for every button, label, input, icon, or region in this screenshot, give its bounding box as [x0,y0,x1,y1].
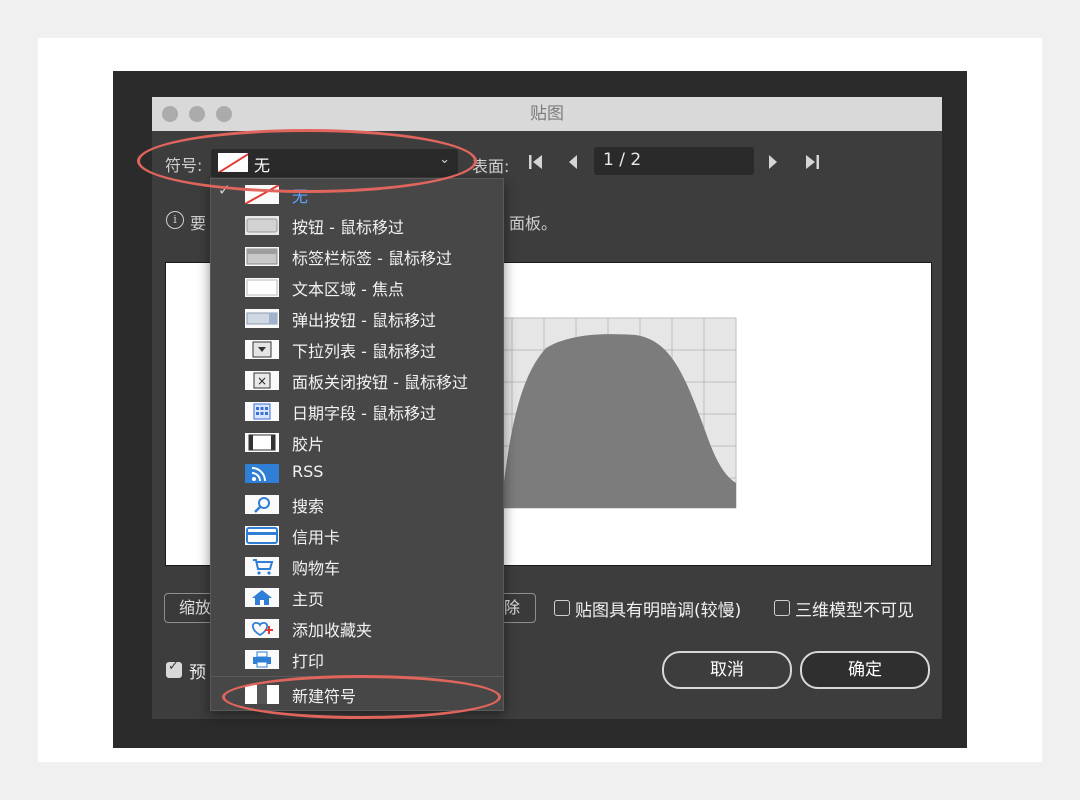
symbol-label: 符号: [165,156,203,175]
calendar-icon [245,402,279,421]
close-panel-icon: × [245,371,279,390]
previous-surface-icon[interactable] [566,154,580,174]
menu-item-label: 信用卡 [292,528,341,547]
surface-page-value: 1 / 2 [603,150,642,170]
rss-icon [245,464,279,483]
menu-item-none[interactable]: ✓ 无 [211,179,503,210]
favorite-add-icon [245,619,279,638]
cart-icon [245,557,279,576]
info-text-start: 要 [190,214,207,233]
checkmark-icon: ✓ [218,181,231,199]
menu-item-rss[interactable]: RSS [211,458,503,489]
home-icon [245,588,279,607]
menu-item-label: 下拉列表 - 鼠标移过 [292,342,436,361]
menu-item-credit-card[interactable]: 信用卡 [211,520,503,551]
svg-text:×: × [257,374,267,388]
title-bar: 贴图 [152,97,942,131]
menu-item-label: 弹出按钮 - 鼠标移过 [292,311,436,330]
ok-button[interactable]: 确定 [800,651,930,689]
film-icon [245,433,279,452]
menu-item-search[interactable]: 搜索 [211,489,503,520]
menu-item-print[interactable]: 打印 [211,644,503,675]
menu-item-shopping-cart[interactable]: 购物车 [211,551,503,582]
invisible-geometry-checkbox[interactable] [774,600,790,616]
search-icon [245,495,279,514]
menu-item-tab-rollover[interactable]: 标签栏标签 - 鼠标移过 [211,241,503,272]
text-area-icon [245,278,279,297]
window-title: 贴图 [530,104,564,124]
menu-item-label: 面板关闭按钮 - 鼠标移过 [292,373,468,392]
menu-item-label: 购物车 [292,559,341,578]
menu-item-popup-button-rollover[interactable]: 弹出按钮 - 鼠标移过 [211,303,503,334]
menu-item-label: 打印 [292,652,325,671]
menu-item-label: 无 [292,187,309,206]
new-symbol-icon [245,685,279,704]
first-surface-icon[interactable] [527,154,545,174]
menu-item-label: 文本区域 - 焦点 [292,280,404,299]
printer-icon [245,650,279,669]
menu-item-label: 主页 [292,590,325,609]
symbol-dropdown-value: 无 [254,156,271,175]
menu-item-label: 搜索 [292,497,325,516]
menu-item-label: 新建符号 [292,687,357,706]
symbol-dropdown[interactable]: 无 ⌄ [211,149,458,177]
none-swatch-icon [218,153,248,172]
menu-item-button-rollover[interactable]: 按钮 - 鼠标移过 [211,210,503,241]
menu-item-add-favorite[interactable]: 添加收藏夹 [211,613,503,644]
credit-card-icon [245,526,279,545]
info-text-end: 面板。 [509,214,558,233]
menu-item-label: 日期字段 - 鼠标移过 [292,404,436,423]
preview-checkbox[interactable] [166,659,182,678]
menu-item-label: RSS [292,462,324,481]
shade-artwork-label: 贴图具有明暗调(较慢) [575,601,742,621]
menu-item-film[interactable]: 胶片 [211,427,503,458]
tab-icon [245,247,279,266]
symbol-dropdown-menu: ✓ 无 按钮 - 鼠标移过 标签栏标签 - 鼠标移过 文本区域 - 焦点 弹出按… [210,178,504,711]
menu-item-home[interactable]: 主页 [211,582,503,613]
last-surface-icon[interactable] [803,154,821,174]
menu-item-label: 标签栏标签 - 鼠标移过 [292,249,452,268]
none-swatch-icon [245,185,279,204]
next-surface-icon[interactable] [766,154,780,174]
menu-item-label: 胶片 [292,435,325,454]
chevron-down-icon: ⌄ [439,152,450,167]
surface-page-field[interactable]: 1 / 2 [594,147,754,175]
button-icon [245,216,279,235]
menu-separator [211,676,503,677]
surface-label: 表面: [472,157,510,176]
dropdown-icon [245,340,279,359]
shade-artwork-checkbox[interactable] [554,600,570,616]
menu-item-date-field-rollover[interactable]: 日期字段 - 鼠标移过 [211,396,503,427]
menu-item-panel-close-rollover[interactable]: × 面板关闭按钮 - 鼠标移过 [211,365,503,396]
cancel-button[interactable]: 取消 [662,651,792,689]
preview-label: 预 [189,663,206,683]
menu-item-text-area-focus[interactable]: 文本区域 - 焦点 [211,272,503,303]
menu-item-new-symbol[interactable]: 新建符号 [211,679,503,710]
menu-item-dropdown-rollover[interactable]: 下拉列表 - 鼠标移过 [211,334,503,365]
popup-button-icon [245,309,279,328]
info-icon: i [166,211,184,229]
menu-item-label: 添加收藏夹 [292,621,373,640]
invisible-geometry-label: 三维模型不可见 [795,601,914,621]
menu-item-label: 按钮 - 鼠标移过 [292,218,404,237]
